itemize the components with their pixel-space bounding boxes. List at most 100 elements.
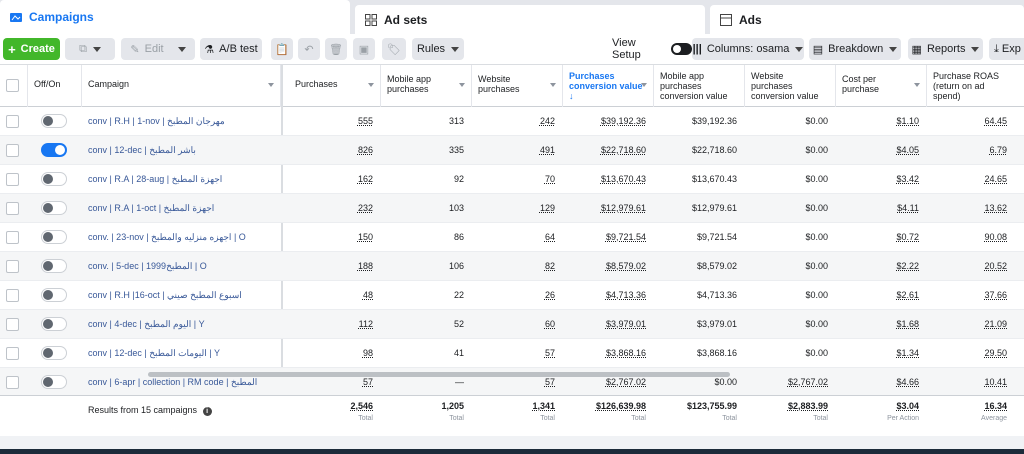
cell-website[interactable]: 242 [472, 107, 563, 136]
create-button[interactable]: + Create [3, 38, 60, 60]
row-checkbox[interactable] [6, 347, 19, 360]
export-button[interactable]: ⤓ Exp [989, 38, 1024, 60]
cell-purchases[interactable]: 48 [289, 281, 381, 310]
campaign-name-link[interactable]: conv. | 23-nov | اجهزه منزليه والمطبخ | … [82, 223, 281, 252]
cell-roas[interactable]: 10.41 [927, 368, 1015, 397]
cell-pcv[interactable]: $4,713.36 [563, 281, 654, 310]
cell-roas[interactable]: 29.50 [927, 339, 1015, 368]
campaign-toggle[interactable] [41, 143, 67, 157]
delete-button[interactable]: 🗑 [325, 38, 347, 60]
row-checkbox[interactable] [6, 318, 19, 331]
cell-purchases[interactable]: 162 [289, 165, 381, 194]
clipboard-button[interactable]: 📋 [271, 38, 293, 60]
edit-button[interactable]: ✎ Edit [121, 38, 195, 60]
campaign-name-link[interactable]: conv. | 5-dec | 1999المطبخ | O [82, 252, 281, 281]
cell-roas[interactable]: 24.65 [927, 165, 1015, 194]
campaign-toggle[interactable] [41, 375, 67, 389]
cell-website[interactable]: 491 [472, 136, 563, 165]
cell-pcv[interactable]: $9,721.54 [563, 223, 654, 252]
header-off-on[interactable]: Off/On [28, 65, 82, 107]
ab-test-button[interactable]: ⚗ A/B test [200, 38, 262, 60]
cell-pcv[interactable]: $39,192.36 [563, 107, 654, 136]
cell-purchases[interactable]: 188 [289, 252, 381, 281]
tab-ads[interactable]: Ads [710, 5, 1024, 34]
cell-website[interactable]: 129 [472, 194, 563, 223]
cell-cost[interactable]: $2.22 [836, 252, 927, 281]
row-checkbox[interactable] [6, 260, 19, 273]
campaign-name-link[interactable]: conv | R.A | 1-oct | اجهزة المطبخ [82, 194, 281, 223]
rules-button[interactable]: Rules [412, 38, 464, 60]
cell-cost[interactable]: $4.66 [836, 368, 927, 397]
cell-cost[interactable]: $1.68 [836, 310, 927, 339]
row-checkbox[interactable] [6, 289, 19, 302]
table-row[interactable]: conv. | 5-dec | 1999المطبخ | O 188 106 82 $8… [0, 252, 1024, 281]
cell-pcv[interactable]: $3,979.01 [563, 310, 654, 339]
campaign-name-link[interactable]: conv | 12-dec | باشر المطبخ [82, 136, 281, 165]
table-row[interactable]: conv | 4-dec | اليوم المطبخ | Y 112 52 60 $3… [0, 310, 1024, 339]
cell-purchases[interactable]: 555 [289, 107, 381, 136]
campaign-toggle[interactable] [41, 114, 67, 128]
campaign-toggle[interactable] [41, 201, 67, 215]
cell-pcv[interactable]: $12,979.61 [563, 194, 654, 223]
cell-pcv[interactable]: $3,868.16 [563, 339, 654, 368]
cell-cost[interactable]: $1.34 [836, 339, 927, 368]
cell-roas[interactable]: 20.52 [927, 252, 1015, 281]
campaign-toggle[interactable] [41, 172, 67, 186]
row-checkbox[interactable] [6, 231, 19, 244]
table-row[interactable]: conv | R.A | 1-oct | اجهزة المطبخ 232 103 1… [0, 194, 1024, 223]
cell-roas[interactable]: 90.08 [927, 223, 1015, 252]
cell-purchases[interactable]: 98 [289, 339, 381, 368]
cell-website[interactable]: 26 [472, 281, 563, 310]
row-checkbox[interactable] [6, 144, 19, 157]
row-checkbox[interactable] [6, 173, 19, 186]
cell-cost[interactable]: $2.61 [836, 281, 927, 310]
tab-campaigns[interactable]: Campaigns [0, 0, 350, 34]
campaign-toggle[interactable] [41, 346, 67, 360]
breakdown-button[interactable]: ▤ Breakdown [809, 38, 901, 60]
campaign-name-link[interactable]: conv | R.H | 1-nov | مهرجان المطبخ [82, 107, 281, 136]
cell-wpcv[interactable]: $2,767.02 [745, 368, 836, 397]
cell-cost[interactable]: $4.11 [836, 194, 927, 223]
duplicate-button[interactable]: ⧉ [65, 38, 115, 60]
header-website-purchases[interactable]: Website purchases [472, 65, 563, 107]
table-row[interactable]: conv | 12-dec | باشر المطبخ 826 335 491 $22,… [0, 136, 1024, 165]
row-checkbox[interactable] [6, 115, 19, 128]
horizontal-scrollbar[interactable] [148, 372, 730, 377]
cell-purchases[interactable]: 150 [289, 223, 381, 252]
campaign-name-link[interactable]: conv | R.H |16-oct | اسبوع المطبخ صيني [82, 281, 281, 310]
cell-pcv[interactable]: $8,579.02 [563, 252, 654, 281]
campaign-name-link[interactable]: conv | 4-dec | اليوم المطبخ | Y [82, 310, 281, 339]
campaign-toggle[interactable] [41, 259, 67, 273]
columns-button[interactable]: ||| Columns: osama [692, 38, 804, 60]
table-row[interactable]: conv | R.A | 28-aug | اجهزة المطبخ 162 92 7… [0, 165, 1024, 194]
campaign-name-link[interactable]: conv | 12-dec | اليومات المطبخ | Y [82, 339, 281, 368]
header-campaign[interactable]: Campaign [82, 65, 281, 107]
toggle-switch[interactable] [670, 43, 692, 55]
campaign-toggle[interactable] [41, 230, 67, 244]
header-mobile-purchases[interactable]: Mobile app purchases [381, 65, 472, 107]
undo-button[interactable]: ↶ [298, 38, 320, 60]
campaign-toggle[interactable] [41, 317, 67, 331]
table-row[interactable]: conv | R.H | 1-nov | مهرجان المطبخ 555 313… [0, 107, 1024, 136]
cell-roas[interactable]: 21.09 [927, 310, 1015, 339]
header-roas[interactable]: Purchase ROAS (return on ad spend) [927, 65, 1024, 107]
cell-roas[interactable]: 13.62 [927, 194, 1015, 223]
row-checkbox[interactable] [6, 202, 19, 215]
header-cost-per-purchase[interactable]: Cost per purchase [836, 65, 927, 107]
table-row[interactable]: conv | R.H |16-oct | اسبوع المطبخ صيني 48… [0, 281, 1024, 310]
cell-website[interactable]: 64 [472, 223, 563, 252]
header-purchases[interactable]: Purchases [289, 65, 381, 107]
select-all-checkbox[interactable] [6, 79, 19, 92]
cell-website[interactable]: 70 [472, 165, 563, 194]
cell-cost[interactable]: $1.10 [836, 107, 927, 136]
cell-website[interactable]: 82 [472, 252, 563, 281]
cell-roas[interactable]: 37.66 [927, 281, 1015, 310]
tab-ad-sets[interactable]: Ad sets [355, 5, 705, 34]
preview-button[interactable]: ▣ [353, 38, 375, 60]
cell-roas[interactable]: 6.79 [927, 136, 1015, 165]
header-purchases-conversion-value[interactable]: Purchases conversion value ↓ [563, 65, 654, 107]
tag-button[interactable]: 🏷 [382, 38, 406, 60]
cell-website[interactable]: 60 [472, 310, 563, 339]
table-row[interactable]: conv. | 23-nov | اجهزه منزليه والمطبخ | … [0, 223, 1024, 252]
reports-button[interactable]: ▦ Reports [908, 38, 983, 60]
